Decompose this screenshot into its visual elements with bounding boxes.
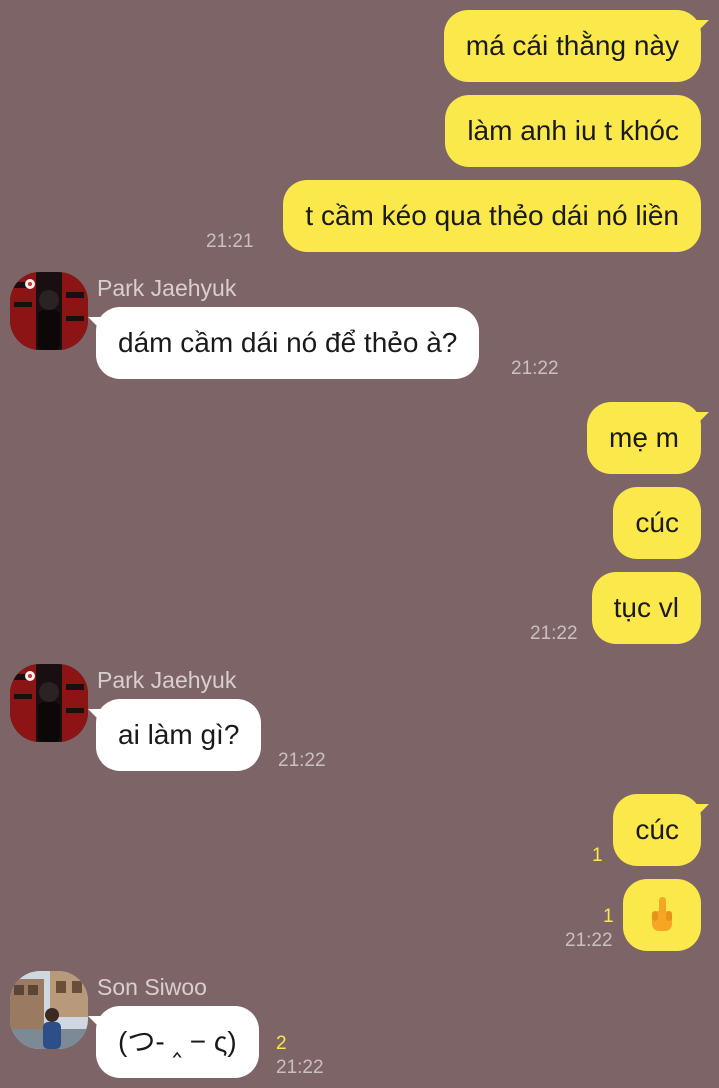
message-text: làm anh iu t khóc (467, 115, 679, 146)
message-time: 21:22 (511, 358, 559, 379)
message-time: 21:22 (565, 930, 613, 951)
message-text: cúc (635, 814, 679, 845)
unread-count: 1 (603, 906, 614, 927)
sender-name: Park Jaehyuk (97, 667, 237, 693)
my-message-bubble[interactable]: làm anh iu t khóc (445, 95, 701, 167)
message-time: 21:22 (530, 623, 578, 644)
my-message-bubble[interactable]: mẹ m (587, 402, 709, 474)
unread-count: 2 (276, 1033, 287, 1054)
my-emoji-bubble[interactable] (623, 879, 701, 951)
avatar-image (10, 664, 88, 742)
message-time: 21:22 (276, 1057, 324, 1078)
message-text: tục vl (613, 592, 679, 623)
message-time: 21:22 (278, 750, 326, 771)
my-message-bubble[interactable]: cúc (613, 794, 709, 866)
avatar-park-jaehyuk[interactable] (10, 664, 88, 742)
middle-finger-emoji-icon (652, 897, 672, 931)
message-text: t cầm kéo qua thẻo dái nó liền (305, 200, 679, 231)
message-text: mẹ m (609, 422, 679, 453)
their-message-bubble[interactable]: ai làm gì? (87, 699, 262, 771)
chat-room: má cái thằng này làm anh iu t khóc t cầm… (0, 0, 719, 1088)
message-text: (つ- ‸ − ς) (118, 1026, 237, 1057)
avatar-image (10, 272, 88, 350)
message-time: 21:21 (206, 231, 254, 252)
my-message-bubble[interactable]: cúc (613, 487, 701, 559)
their-message-bubble[interactable]: dám cầm dái nó để thẻo à? (87, 307, 480, 379)
message-text: ai làm gì? (118, 719, 240, 750)
message-text: má cái thằng này (465, 30, 679, 61)
my-message-bubble[interactable]: t cầm kéo qua thẻo dái nó liền (283, 180, 701, 252)
sender-name: Son Siwoo (97, 974, 207, 1000)
message-text: cúc (635, 507, 679, 538)
my-message-bubble[interactable]: tục vl (591, 572, 701, 644)
sender-name: Park Jaehyuk (97, 275, 237, 301)
their-message-bubble[interactable]: (つ- ‸ − ς) (88, 1006, 259, 1078)
unread-count: 1 (592, 845, 603, 866)
avatar-son-siwoo[interactable] (10, 971, 88, 1049)
avatar-park-jaehyuk[interactable] (10, 272, 88, 350)
avatar-image (10, 971, 88, 1049)
my-message-bubble[interactable]: má cái thằng này (443, 10, 710, 82)
message-text: dám cầm dái nó để thẻo à? (118, 327, 458, 358)
